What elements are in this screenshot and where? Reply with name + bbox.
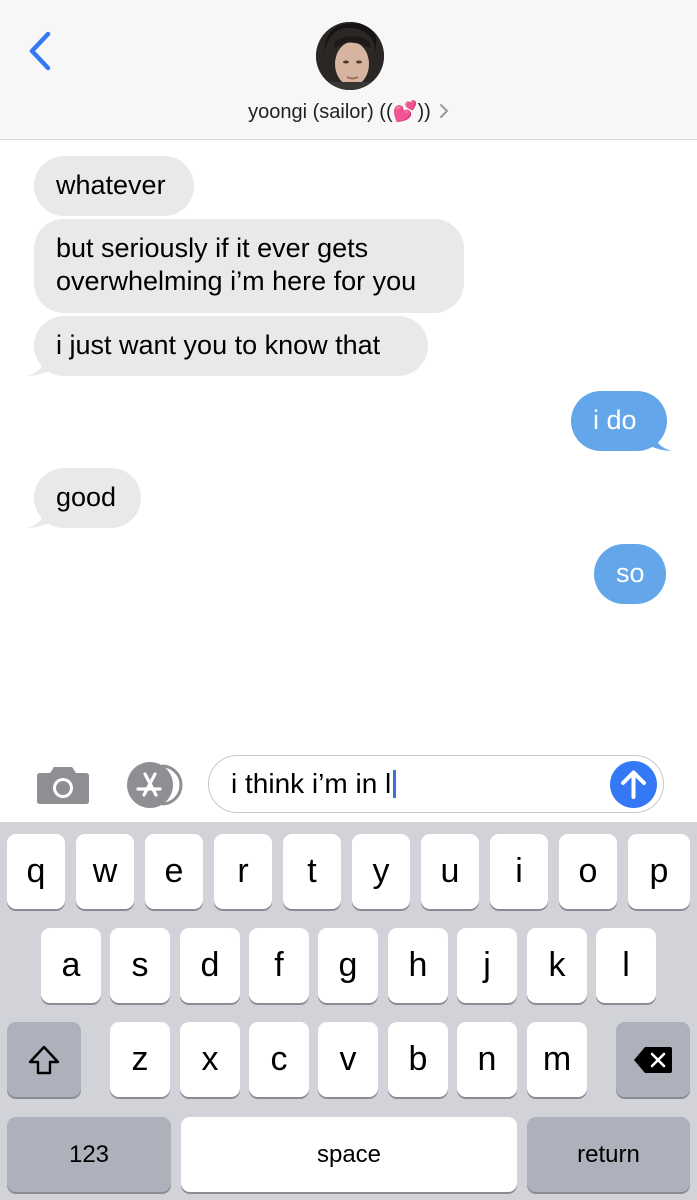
bubble-tail [648, 425, 672, 451]
text-caret [393, 770, 397, 798]
key-label: k [548, 946, 566, 984]
message-text: overwhelming i’m here for you [56, 266, 417, 296]
key-j[interactable]: j [457, 928, 517, 1003]
message-bubble-received[interactable]: i just want you to know that [34, 316, 428, 376]
key-label: a [61, 946, 81, 984]
key-w[interactable]: w [76, 834, 134, 909]
message-bubble-received[interactable]: whatever [34, 156, 194, 216]
key-o[interactable]: o [559, 834, 617, 909]
key-label: g [338, 946, 358, 984]
message-text: i just want you to know that [56, 330, 381, 360]
key-label: l [622, 946, 630, 984]
keyboard: q w e r t y u i o p a s d f g h j k l z … [0, 822, 697, 1200]
key-label: return [577, 1140, 640, 1168]
key-v[interactable]: v [318, 1022, 378, 1097]
key-a[interactable]: a [41, 928, 101, 1003]
key-label: s [131, 946, 149, 984]
shift-key[interactable] [7, 1022, 81, 1097]
key-label: 123 [68, 1140, 110, 1168]
key-label: q [26, 852, 46, 890]
key-label: n [477, 1040, 497, 1078]
key-label: e [164, 852, 184, 890]
key-p[interactable]: p [628, 834, 690, 909]
key-label: v [339, 1040, 357, 1078]
key-z[interactable]: z [110, 1022, 170, 1097]
send-arrow-icon[interactable] [610, 761, 657, 808]
space-key[interactable]: space [181, 1117, 517, 1192]
key-l[interactable]: l [596, 928, 656, 1003]
key-label: j [483, 946, 491, 984]
key-y[interactable]: y [352, 834, 410, 909]
key-label: o [578, 852, 598, 890]
key-n[interactable]: n [457, 1022, 517, 1097]
key-label: r [237, 852, 249, 890]
key-label: space [316, 1140, 382, 1168]
contact-avatar[interactable] [316, 22, 384, 90]
numbers-key[interactable]: 123 [7, 1117, 171, 1192]
contact-name-row[interactable]: yoongi (sailor) ((💕)) [0, 98, 697, 124]
key-x[interactable]: x [180, 1022, 240, 1097]
key-label: c [270, 1040, 288, 1078]
camera-icon[interactable] [36, 765, 90, 805]
key-label: f [274, 946, 284, 984]
message-text: but seriously if it ever gets [56, 233, 369, 263]
bubble-tail [27, 502, 51, 528]
key-q[interactable]: q [7, 834, 65, 909]
key-e[interactable]: e [145, 834, 203, 909]
bubble-tail [27, 350, 51, 376]
key-label: w [92, 852, 118, 890]
message-text: i do [593, 405, 637, 435]
key-d[interactable]: d [180, 928, 240, 1003]
message-bubble-received[interactable]: but seriously if it ever gets overwhelmi… [34, 219, 464, 313]
key-h[interactable]: h [388, 928, 448, 1003]
delete-icon [634, 1046, 672, 1073]
key-t[interactable]: t [283, 834, 341, 909]
message-input[interactable]: i think i’m in l [208, 755, 664, 813]
key-label: b [408, 1040, 428, 1078]
key-label: p [649, 852, 669, 890]
message-text: good [56, 482, 117, 512]
app-store-icon[interactable] [124, 762, 188, 808]
key-label: u [440, 852, 460, 890]
key-i[interactable]: i [490, 834, 548, 909]
key-r[interactable]: r [214, 834, 272, 909]
message-bubble-sent[interactable]: so [594, 544, 666, 604]
delete-key[interactable] [616, 1022, 690, 1097]
key-label: i [515, 852, 523, 890]
return-key[interactable]: return [527, 1117, 690, 1192]
key-label: x [201, 1040, 219, 1078]
key-label: y [372, 852, 390, 890]
key-u[interactable]: u [421, 834, 479, 909]
message-text: so [616, 558, 645, 588]
key-label: z [131, 1040, 149, 1078]
message-input-value: i think i’m in l [231, 768, 392, 799]
key-label: d [200, 946, 220, 984]
key-m[interactable]: m [527, 1022, 587, 1097]
key-f[interactable]: f [249, 928, 309, 1003]
key-s[interactable]: s [110, 928, 170, 1003]
back-chevron-icon[interactable] [26, 30, 56, 72]
key-b[interactable]: b [388, 1022, 448, 1097]
message-text: whatever [56, 170, 166, 200]
conversation-header: yoongi (sailor) ((💕)) [0, 0, 697, 140]
key-g[interactable]: g [318, 928, 378, 1003]
contact-name: yoongi (sailor) ((💕)) [248, 100, 431, 123]
key-c[interactable]: c [249, 1022, 309, 1097]
shift-icon [28, 1045, 60, 1074]
key-label: m [542, 1040, 572, 1078]
chevron-right-icon [439, 104, 449, 118]
key-label: h [408, 946, 428, 984]
key-label: t [307, 852, 317, 890]
key-k[interactable]: k [527, 928, 587, 1003]
